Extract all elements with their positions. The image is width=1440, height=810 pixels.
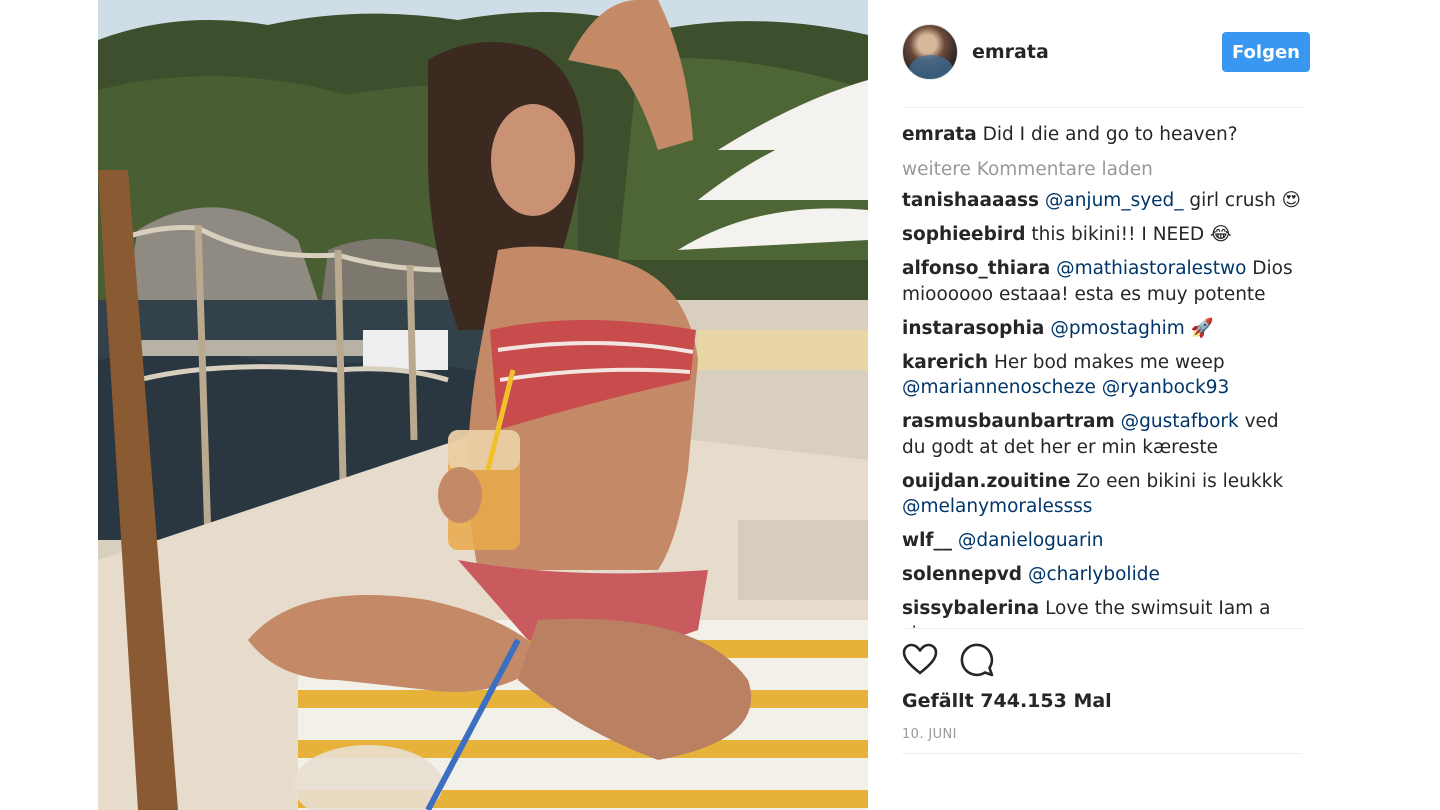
mention-link[interactable]: @charlybolide	[1028, 564, 1160, 585]
likes-count[interactable]: Gefällt 744.153 Mal	[902, 690, 1112, 712]
mention-link[interactable]: @mathiastoralestwo	[1056, 258, 1246, 279]
post-date: 10. JUNI	[902, 727, 957, 742]
comments-list[interactable]: emrata Did I die and go to heaven? weite…	[902, 122, 1302, 629]
mention-link[interactable]: @melanymoralessss	[902, 496, 1092, 517]
mention-link[interactable]: @gustafbork	[1121, 411, 1239, 432]
caption: emrata Did I die and go to heaven?	[902, 122, 1302, 148]
comment-username[interactable]: instarasophia	[902, 318, 1044, 339]
comment-bubble-icon[interactable]	[959, 642, 995, 678]
header-username[interactable]: emrata	[972, 41, 1049, 63]
comment-item: wlf__ @danieloguarin	[902, 528, 1302, 554]
comment-item: sophieebird this bikini!! I NEED 😂	[902, 222, 1302, 248]
comment-item: ouijdan.zouitine Zo een bikini is leukkk…	[902, 469, 1302, 520]
mention-link[interactable]: @mariannenoscheze	[902, 377, 1096, 398]
comment-username[interactable]: solennepvd	[902, 564, 1022, 585]
comment-username[interactable]: karerich	[902, 352, 988, 373]
comment-item: karerich Her bod makes me weep @marianne…	[902, 350, 1302, 401]
caption-text: Did I die and go to heaven?	[982, 124, 1238, 145]
mention-link[interactable]: @danieloguarin	[958, 530, 1104, 551]
comment-username[interactable]: rasmusbaunbartram	[902, 411, 1115, 432]
comments-divider	[902, 628, 1302, 629]
header-divider	[902, 107, 1302, 108]
footer-divider	[902, 753, 1302, 754]
caption-username[interactable]: emrata	[902, 124, 977, 145]
comment-username[interactable]: sophieebird	[902, 224, 1026, 245]
follow-button[interactable]: Folgen	[1222, 32, 1310, 72]
load-more-comments-link[interactable]: weitere Kommentare laden	[902, 157, 1302, 183]
heart-icon[interactable]	[902, 642, 938, 678]
action-bar	[902, 642, 1022, 682]
comment-item: tanishaaaass @anjum_syed_ girl crush 😍	[902, 188, 1302, 214]
comment-item: solennepvd @charlybolide	[902, 562, 1302, 588]
comment-username[interactable]: alfonso_thiara	[902, 258, 1050, 279]
avatar[interactable]	[902, 24, 958, 80]
comment-text: girl crush 😍	[1183, 190, 1301, 211]
mention-link[interactable]: @anjum_syed_	[1045, 190, 1184, 211]
post-photo	[98, 0, 868, 810]
comment-item: rasmusbaunbartram @gustafbork ved du god…	[902, 409, 1302, 460]
comment-username[interactable]: tanishaaaass	[902, 190, 1039, 211]
mention-link[interactable]: @pmostaghim	[1050, 318, 1184, 339]
comment-text: 🚀	[1184, 317, 1214, 339]
comment-username[interactable]: wlf__	[902, 530, 952, 551]
comment-text: this bikini!! I NEED 😂	[1031, 224, 1232, 245]
comment-item: sissybalerina Love the swimsuit Iam a si…	[902, 596, 1302, 629]
comment-item: instarasophia @pmostaghim 🚀	[902, 316, 1302, 342]
mention-link[interactable]: @ryanbock93	[1102, 377, 1230, 398]
post-panel: emrata Folgen emrata Did I die and go to…	[868, 0, 1440, 810]
comment-username[interactable]: sissybalerina	[902, 598, 1039, 619]
comment-text: Her bod makes me weep	[993, 351, 1225, 373]
comment-text: Zo een bikini is leukkk	[1076, 470, 1284, 492]
comment-username[interactable]: ouijdan.zouitine	[902, 471, 1070, 492]
comment-item: alfonso_thiara @mathiastoralestwo Dios m…	[902, 256, 1302, 307]
post-header: emrata Folgen	[902, 24, 1310, 82]
